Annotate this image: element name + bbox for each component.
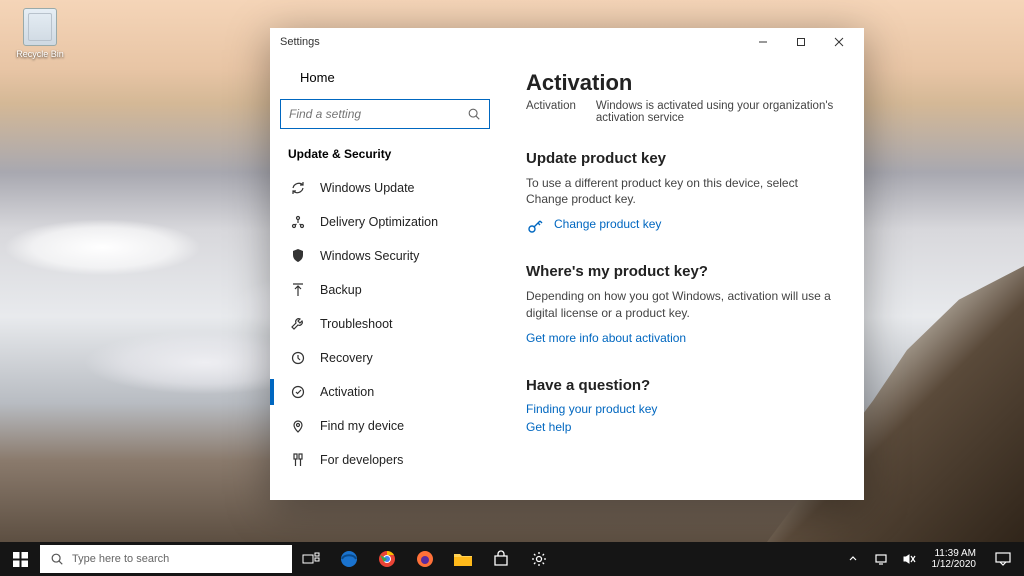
recycle-bin-icon: [23, 8, 57, 46]
content-pane: Activation Activation Windows is activat…: [502, 56, 864, 500]
activation-icon: [290, 384, 306, 400]
developers-icon: [290, 452, 306, 468]
nav-backup[interactable]: Backup: [280, 273, 502, 307]
task-view-button[interactable]: [292, 542, 330, 576]
firefox-icon[interactable]: [406, 542, 444, 576]
finding-product-key-link[interactable]: Finding your product key: [526, 402, 657, 416]
settings-window: Settings Home Update & Security Windows …: [270, 28, 864, 500]
update-product-key-section: Update product key To use a different pr…: [526, 150, 838, 235]
search-icon: [467, 107, 481, 121]
nav-delivery-optimization[interactable]: Delivery Optimization: [280, 205, 502, 239]
section-title: Update product key: [526, 150, 838, 167]
key-icon: [526, 217, 544, 235]
more-info-link[interactable]: Get more info about activation: [526, 331, 686, 345]
nav-windows-update[interactable]: Windows Update: [280, 171, 502, 205]
taskbar-search-placeholder: Type here to search: [72, 553, 169, 565]
backup-icon: [290, 282, 306, 298]
delivery-icon: [290, 214, 306, 230]
search-icon: [50, 552, 64, 566]
nav-label: Recovery: [320, 351, 373, 365]
nav-activation[interactable]: Activation: [280, 375, 502, 409]
sync-icon: [290, 180, 306, 196]
have-a-question-section: Have a question? Finding your product ke…: [526, 377, 838, 438]
volume-icon[interactable]: [898, 552, 920, 566]
change-product-key-link[interactable]: Change product key: [554, 217, 661, 231]
start-button[interactable]: [0, 542, 40, 576]
search-box[interactable]: [280, 99, 490, 129]
chrome-icon[interactable]: [368, 542, 406, 576]
location-icon: [290, 418, 306, 434]
shield-icon: [290, 248, 306, 264]
clock-time: 11:39 AM: [932, 548, 977, 560]
system-tray: 11:39 AM 1/12/2020: [842, 542, 1024, 576]
clock[interactable]: 11:39 AM 1/12/2020: [926, 548, 983, 571]
home-nav[interactable]: Home: [280, 62, 502, 93]
section-title: Where's my product key?: [526, 263, 838, 280]
sidebar: Home Update & Security Windows Update De…: [270, 56, 502, 500]
nav-label: Backup: [320, 283, 362, 297]
file-explorer-icon[interactable]: [444, 542, 482, 576]
taskbar-search[interactable]: Type here to search: [40, 545, 292, 573]
get-help-link[interactable]: Get help: [526, 420, 571, 434]
tray-overflow-icon[interactable]: [842, 554, 864, 564]
action-center-icon[interactable]: [988, 552, 1018, 566]
recovery-icon: [290, 350, 306, 366]
store-icon[interactable]: [482, 542, 520, 576]
home-label: Home: [300, 70, 335, 85]
nav-troubleshoot[interactable]: Troubleshoot: [280, 307, 502, 341]
clock-date: 1/12/2020: [932, 559, 977, 571]
section-text: To use a different product key on this d…: [526, 175, 838, 207]
page-heading: Activation: [526, 70, 838, 96]
recycle-bin-label: Recycle Bin: [10, 49, 70, 59]
activation-status-key: Activation: [526, 100, 576, 124]
nav-recovery[interactable]: Recovery: [280, 341, 502, 375]
section-title: Have a question?: [526, 377, 838, 394]
nav-label: Windows Security: [320, 249, 419, 263]
minimize-button[interactable]: [744, 28, 782, 56]
recycle-bin[interactable]: Recycle Bin: [10, 8, 70, 59]
nav-label: Windows Update: [320, 181, 415, 195]
search-input[interactable]: [289, 107, 467, 121]
nav-for-developers[interactable]: For developers: [280, 443, 502, 477]
wheres-my-key-section: Where's my product key? Depending on how…: [526, 263, 838, 348]
nav-label: Find my device: [320, 419, 404, 433]
section-text: Depending on how you got Windows, activa…: [526, 288, 838, 320]
nav-windows-security[interactable]: Windows Security: [280, 239, 502, 273]
settings-taskbar-icon[interactable]: [520, 542, 558, 576]
troubleshoot-icon: [290, 316, 306, 332]
nav-label: For developers: [320, 453, 403, 467]
maximize-button[interactable]: [782, 28, 820, 56]
nav-label: Activation: [320, 385, 374, 399]
taskbar: Type here to search 11:39 AM 1/12/2020: [0, 542, 1024, 576]
nav-label: Delivery Optimization: [320, 215, 438, 229]
window-title: Settings: [280, 36, 320, 48]
task-icons: [292, 542, 558, 576]
nav-group-title: Update & Security: [280, 143, 502, 171]
edge-icon[interactable]: [330, 542, 368, 576]
nav-find-my-device[interactable]: Find my device: [280, 409, 502, 443]
network-icon[interactable]: [870, 552, 892, 566]
activation-status-value: Windows is activated using your organiza…: [596, 100, 838, 124]
close-button[interactable]: [820, 28, 858, 56]
titlebar[interactable]: Settings: [270, 28, 864, 56]
nav-label: Troubleshoot: [320, 317, 393, 331]
